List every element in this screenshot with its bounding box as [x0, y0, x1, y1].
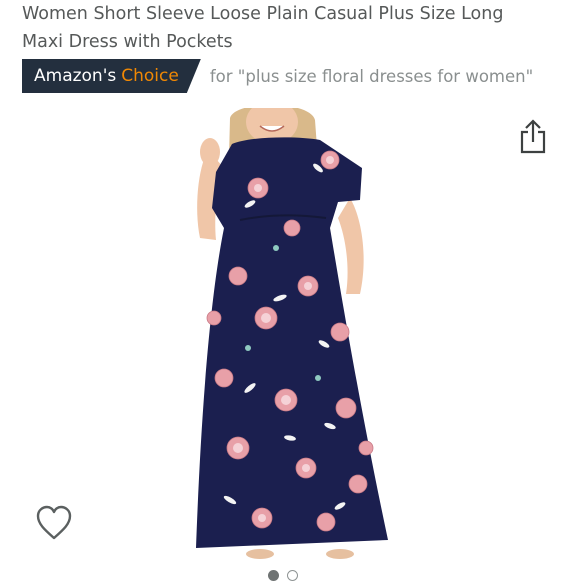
- amazons-choice-badge[interactable]: Amazon's Choice: [22, 59, 201, 93]
- heart-icon[interactable]: [35, 505, 73, 541]
- share-icon[interactable]: [518, 118, 548, 154]
- badge-label-choice: Choice: [121, 66, 179, 86]
- carousel-dot[interactable]: [287, 570, 298, 581]
- product-title-line-1: Women Short Sleeve Loose Plain Casual Pl…: [22, 4, 504, 24]
- product-image[interactable]: [190, 108, 395, 560]
- badge-search-term: for "plus size floral dresses for women": [209, 66, 534, 86]
- badge-label-amazons: Amazon's: [34, 66, 117, 86]
- product-title: Women Short Sleeve Loose Plain Casual Pl…: [22, 0, 562, 56]
- product-title-line-2: Maxi Dress with Pockets: [22, 32, 233, 52]
- amazons-choice-row[interactable]: Amazon's Choice for "plus size floral dr…: [22, 59, 533, 93]
- carousel-dot-active[interactable]: [268, 570, 279, 581]
- carousel-indicator: [268, 570, 298, 581]
